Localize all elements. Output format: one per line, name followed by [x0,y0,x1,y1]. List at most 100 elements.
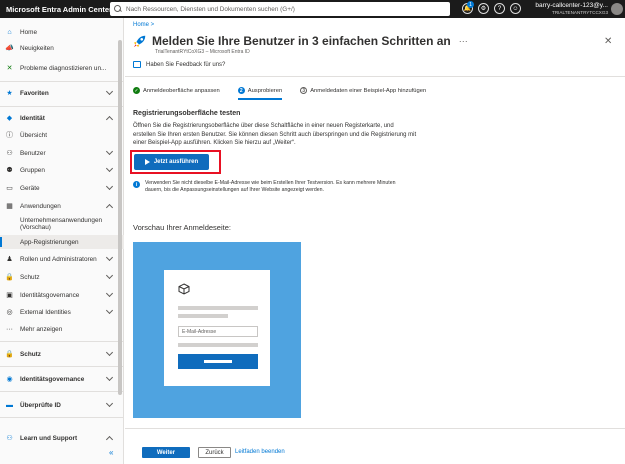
sidebar-item-label: Probleme diagnostizieren un... [20,64,107,72]
info-icon: i [133,181,140,188]
wrench-icon: ✕ [6,65,13,72]
preview-heading: Vorschau Ihrer Anmeldeseite: [133,223,231,232]
more-options-icon[interactable]: ··· [459,36,468,46]
step-label: Anmeldedaten einer Beispiel-App hinzufüg… [310,87,427,94]
sidebar-item-learn-support[interactable]: ⚇ Learn und Support [0,431,124,445]
person-icon: ⚇ [6,435,13,442]
home-icon: ⌂ [7,28,12,36]
sidebar-item-label: External Identities [20,308,71,316]
sidebar-item-protection[interactable]: 🔒 Schutz [0,270,124,284]
diamond-icon: ◆ [6,115,13,122]
preview-submit-button [178,354,258,369]
sidebar-item-applications[interactable]: ▦ Anwendungen [0,199,124,213]
end-guide-link[interactable]: Leitfaden beenden [235,449,285,455]
sidebar-item-governance-section[interactable]: ◉ Identitätsgovernance [0,372,124,386]
sidebar-item-users[interactable]: ⚇ Benutzer [0,146,124,160]
sidebar-item-roles-admins[interactable]: ♟ Rollen und Administratoren [0,252,124,266]
feedback-label: Haben Sie Feedback für uns? [146,61,226,68]
chevron-down-icon [105,87,114,96]
group-icon: ⚉ [6,167,13,174]
user-icon: ⚇ [6,150,13,157]
sidebar-item-label: Überprüfte ID [20,401,61,409]
sidebar-item-label: Schutz [20,273,40,281]
sidebar-item-identity[interactable]: ◆ Identität [0,111,124,125]
step-label: Ausprobieren [247,87,283,94]
sidebar-item-protection-section[interactable]: 🔒 Schutz [0,347,124,361]
lock-icon: 🔒 [5,274,14,281]
wizard-steps: ✓ Anmeldeoberfläche anpassen 2 Ausprobie… [133,87,444,100]
step-add-sample-app[interactable]: 3 Anmeldedaten einer Beispiel-App hinzuf… [300,87,426,94]
sidebar-item-show-more[interactable]: ··· Mehr anzeigen [0,322,124,336]
step-try-out[interactable]: 2 Ausprobieren [237,87,283,100]
chevron-up-icon [105,115,114,124]
gear-icon[interactable]: ⚙ [478,3,489,14]
sidebar-divider [0,417,124,418]
chevron-down-icon [105,271,114,280]
play-icon [144,159,150,165]
avatar[interactable] [611,3,623,15]
divider [125,76,625,77]
sidebar-item-label: Unternehmensanwendungen (Vorschau) [20,217,103,231]
sidebar-item-label: Übersicht [20,131,47,139]
breadcrumb[interactable]: Home > [133,22,154,28]
chevron-down-icon [105,306,114,315]
sidebar-item-favorites[interactable]: ★ Favoriten [0,86,124,100]
chevron-down-icon [105,373,114,382]
sidebar-item-label: Identität [20,114,45,122]
sidebar-item-external-identities[interactable]: ◎ External Identities [0,305,124,319]
governance-icon: ◉ [6,376,13,383]
sidebar-item-overview[interactable]: ⓘ Übersicht [0,128,124,142]
notification-count-badge: 1 [467,1,474,8]
account-info[interactable]: barry-callcenter-123@y... TRIALTENANTRYT… [532,2,608,16]
governance-icon: ▣ [6,292,13,299]
sidebar-item-verified-id[interactable]: ▬ Überprüfte ID [0,398,124,412]
app-title[interactable]: Microsoft Entra Admin Center [0,5,112,14]
run-now-button[interactable]: Jetzt ausführen [134,154,209,170]
sidebar-divider [0,341,124,342]
collapse-sidebar-icon[interactable]: « [109,448,113,457]
lock-icon: 🔒 [5,351,14,358]
sidebar-item-diagnose[interactable]: ✕ Probleme diagnostizieren un... [0,61,124,75]
feedback-link[interactable]: Haben Sie Feedback für uns? [133,61,225,68]
chevron-down-icon [105,253,114,262]
sidebar-item-enterprise-apps[interactable]: Unternehmensanwendungen (Vorschau) [0,214,124,234]
preview-card: E-Mail-Adresse [164,270,270,386]
sidebar-divider [0,391,124,392]
sidebar-item-home[interactable]: ⌂ Home [0,25,124,39]
sidebar-divider [0,106,124,107]
sidebar-item-whats-new[interactable]: 📣 Neuigkeiten [0,41,124,55]
top-bar: Microsoft Entra Admin Center Nach Ressou… [0,0,625,18]
help-icon[interactable]: ? [494,3,505,14]
sidebar-item-label: Anwendungen [20,202,61,210]
account-tenant: TRIALTENANTRYTCCXG3 [552,10,608,15]
sidebar-item-groups[interactable]: ⚉ Gruppen [0,163,124,177]
chevron-up-icon [105,435,114,444]
feedback-icon[interactable]: ☺ [510,3,521,14]
next-button[interactable]: Weiter [142,447,190,458]
sidebar-item-label: Learn und Support [20,434,78,442]
back-button[interactable]: Zurück [198,447,231,458]
global-search-box[interactable]: Nach Ressourcen, Diensten und Dokumenten… [110,2,450,16]
star-icon: ★ [6,90,13,97]
step-number: 2 [237,87,245,94]
search-input[interactable]: Nach Ressourcen, Diensten und Dokumenten… [126,6,295,13]
sidebar-item-devices[interactable]: ▭ Geräte [0,181,124,195]
chevron-down-icon [105,182,114,191]
more-icon: ··· [6,325,13,333]
account-name: barry-callcenter-123@y... [535,2,608,9]
section-heading: Registrierungsoberfläche testen [133,110,241,117]
sidebar-item-governance[interactable]: ▣ Identitätsgovernance [0,288,124,302]
step-customize[interactable]: ✓ Anmeldeoberfläche anpassen [133,87,220,94]
id-card-icon: ▬ [6,401,13,409]
close-icon[interactable]: ✕ [604,36,612,47]
sidebar-item-label: Geräte [20,184,40,192]
sidebar: ⌂ Home 📣 Neuigkeiten ✕ Probleme diagnost… [0,18,124,464]
placeholder-bar [178,306,258,310]
search-icon [114,5,122,13]
feedback-icon [133,61,141,68]
sidebar-item-label: App-Registrierungen [20,238,79,246]
sidebar-item-app-registrations[interactable]: App-Registrierungen [0,235,124,249]
sidebar-scrollbar[interactable] [118,40,122,395]
chevron-down-icon [105,164,114,173]
footer-actions: Weiter Zurück Leitfaden beenden [125,426,625,464]
